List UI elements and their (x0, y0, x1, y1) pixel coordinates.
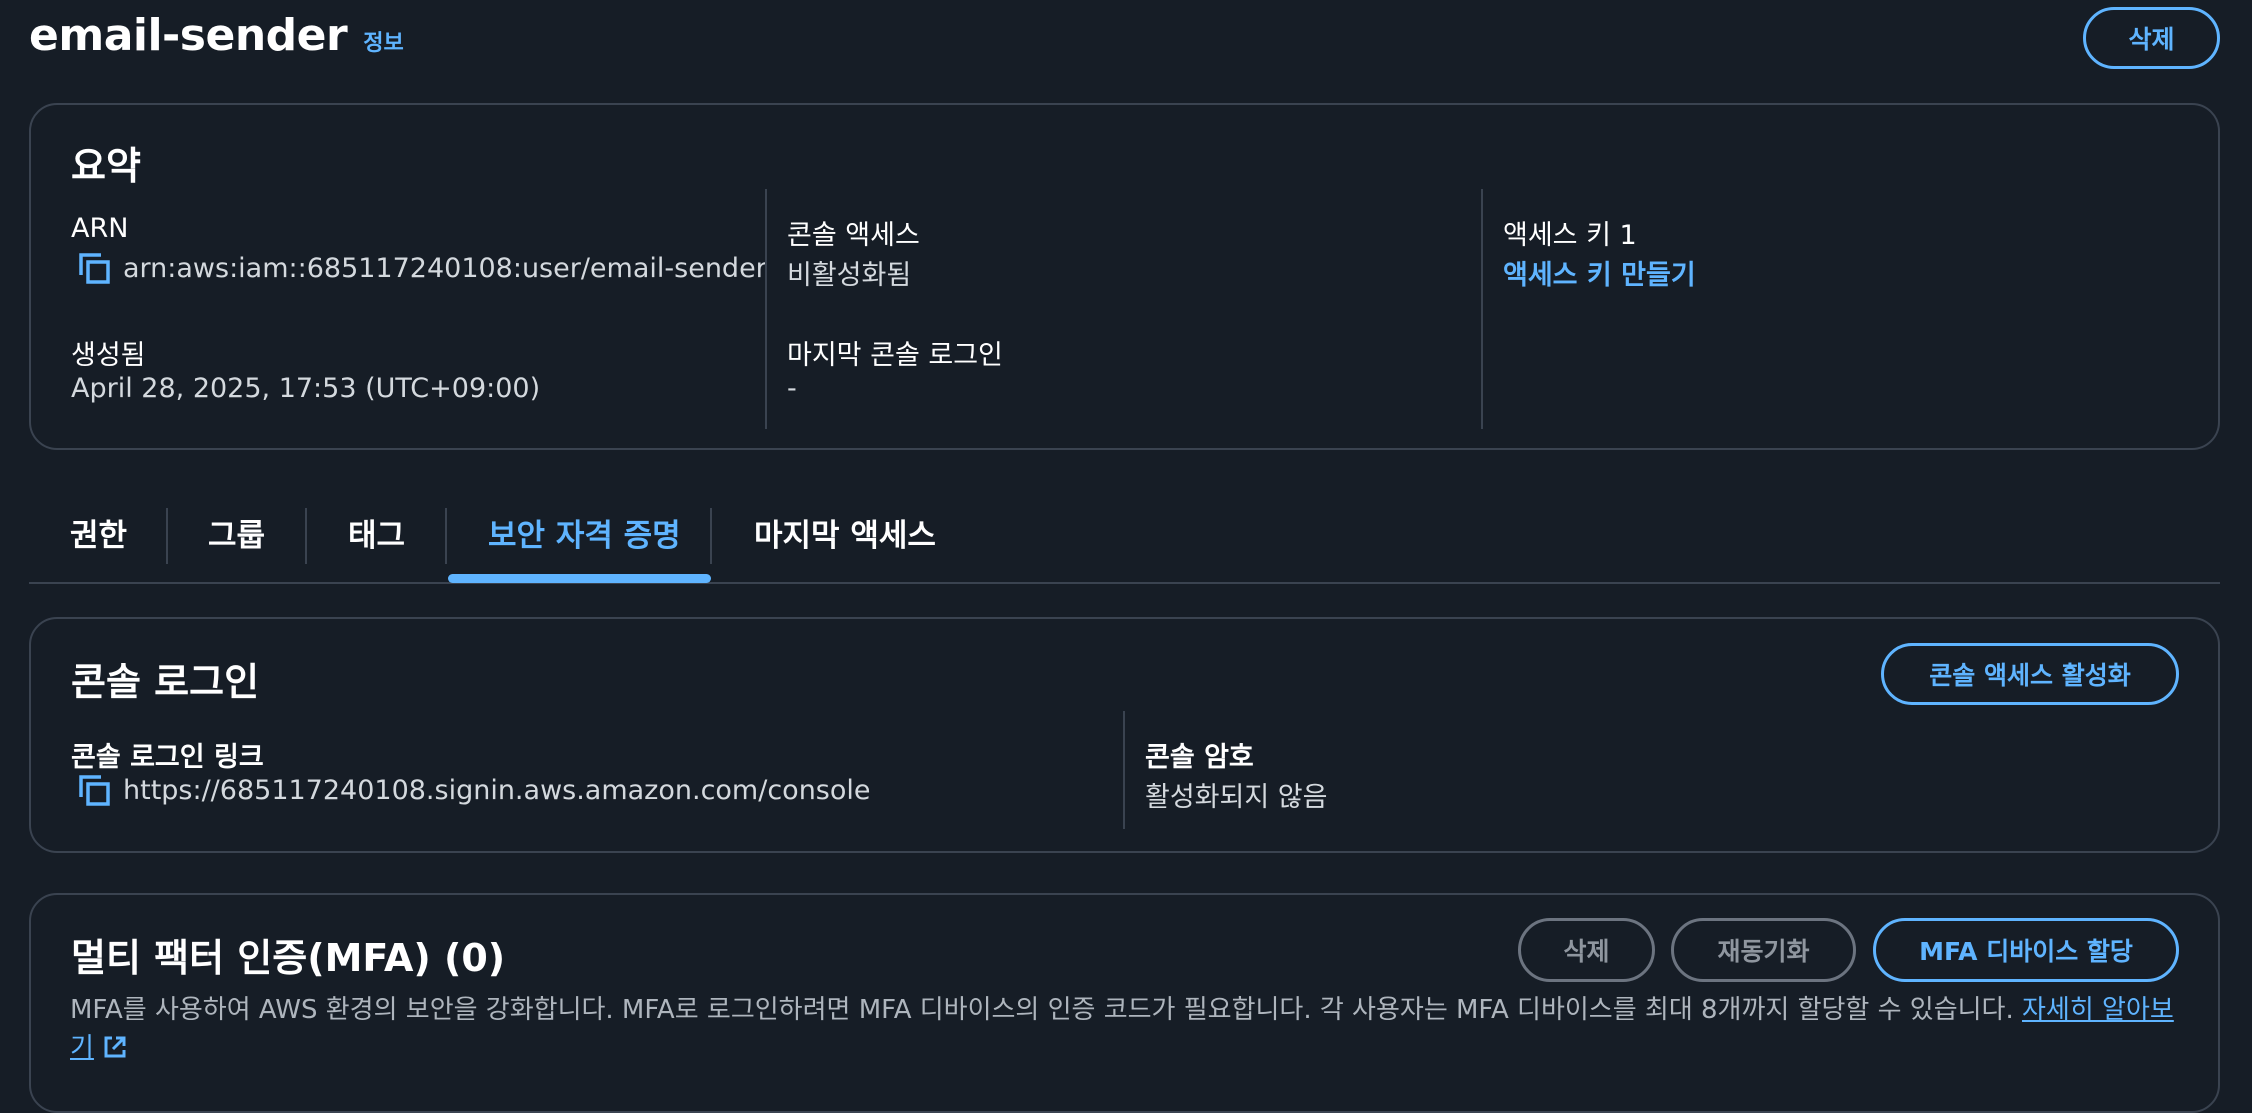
column-divider (1481, 189, 1483, 429)
mfa-description-text: MFA를 사용하여 AWS 환경의 보안을 강화합니다. MFA로 로그인하려면… (70, 995, 2014, 1025)
console-access-value: 비활성화됨 (787, 260, 912, 291)
column-divider (1123, 711, 1125, 829)
summary-card: 요약 ARN arn:aws:iam::685117240108:user/em… (29, 103, 2220, 450)
tab-last-accessed[interactable]: 마지막 액세스 (754, 510, 936, 555)
console-access-label: 콘솔 액세스 (787, 220, 920, 251)
page-header: email-sender 정보 (29, 10, 404, 61)
mfa-resync-button[interactable]: 재동기화 (1671, 918, 1856, 982)
assign-mfa-device-button[interactable]: MFA 디바이스 할당 (1873, 918, 2179, 982)
created-label: 생성됨 (71, 340, 146, 371)
column-divider (765, 189, 767, 429)
info-link[interactable]: 정보 (363, 25, 403, 57)
tab-divider (445, 508, 447, 564)
external-link-icon (104, 1036, 126, 1058)
console-login-link-value: https://685117240108.signin.aws.amazon.c… (123, 775, 871, 806)
tab-security-credentials[interactable]: 보안 자격 증명 (488, 510, 681, 555)
arn-value: arn:aws:iam::685117240108:user/email-sen… (123, 253, 767, 284)
mfa-delete-button[interactable]: 삭제 (1518, 918, 1655, 982)
tab-groups[interactable]: 그룹 (208, 510, 265, 555)
page-title: email-sender (29, 10, 348, 61)
mfa-title: 멀티 팩터 인증(MFA) (0) (71, 936, 506, 980)
copy-icon[interactable] (77, 773, 111, 807)
mfa-description: MFA를 사용하여 AWS 환경의 보안을 강화합니다. MFA로 로그인하려면… (70, 991, 2180, 1067)
console-login-card: 콘솔 로그인 콘솔 액세스 활성화 콘솔 로그인 링크 https://6851… (29, 617, 2220, 853)
console-login-link-label: 콘솔 로그인 링크 (71, 742, 264, 773)
console-password-value: 활성화되지 않음 (1145, 782, 1328, 813)
console-login-title: 콘솔 로그인 (71, 660, 260, 704)
tab-tags[interactable]: 태그 (348, 510, 405, 555)
arn-label: ARN (71, 213, 129, 244)
created-value: April 28, 2025, 17:53 (UTC+09:00) (71, 373, 541, 404)
tabs-baseline (29, 582, 2220, 584)
tab-divider (305, 508, 307, 564)
tab-divider (710, 508, 712, 564)
enable-console-access-button[interactable]: 콘솔 액세스 활성화 (1881, 643, 2179, 705)
create-access-key-link[interactable]: 액세스 키 만들기 (1503, 253, 1696, 292)
tab-divider (166, 508, 168, 564)
console-password-label: 콘솔 암호 (1145, 742, 1254, 773)
active-tab-indicator (448, 574, 711, 583)
copy-icon[interactable] (77, 251, 111, 285)
last-console-login-label: 마지막 콘솔 로그인 (787, 340, 1003, 371)
last-console-login-value: - (787, 373, 797, 404)
summary-title: 요약 (71, 144, 141, 188)
tab-permissions[interactable]: 권한 (70, 510, 127, 555)
delete-user-button[interactable]: 삭제 (2083, 7, 2220, 69)
access-key-label: 액세스 키 1 (1503, 220, 1637, 251)
